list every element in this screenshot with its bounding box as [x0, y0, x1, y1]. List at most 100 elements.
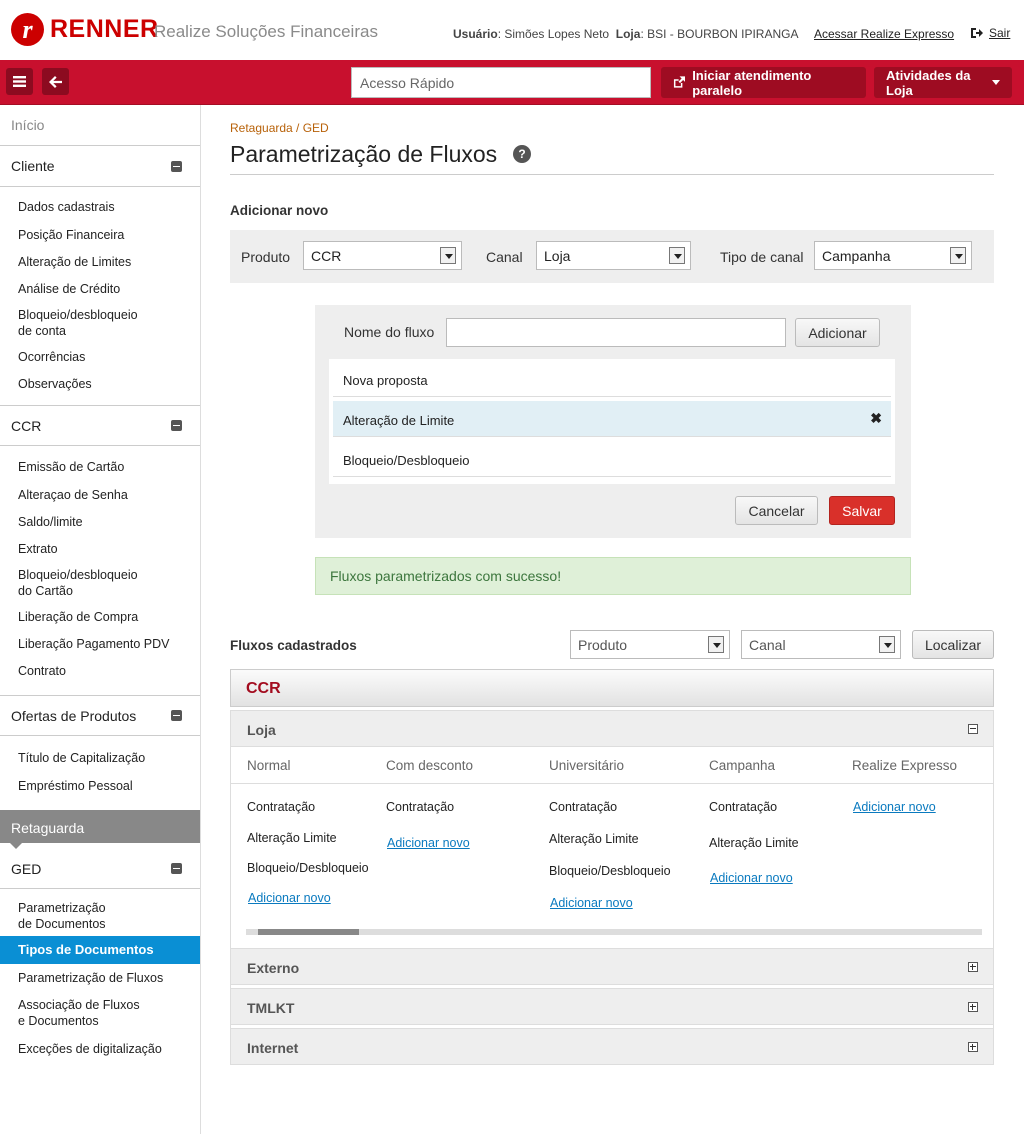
sidebar-item[interactable]: Ocorrências — [18, 349, 85, 365]
channel-type-select-value: Campanha — [822, 248, 891, 264]
sidebar-item[interactable]: Posição Financeira — [18, 227, 124, 243]
chevron-down-icon — [669, 247, 685, 264]
channel-header-externo[interactable]: Externo — [230, 948, 994, 985]
collapse-icon[interactable] — [171, 710, 182, 721]
sidebar-section-title: GED — [11, 860, 42, 877]
back-button[interactable] — [42, 68, 69, 95]
flow-cell: Alteração Limite — [247, 831, 337, 845]
sidebar-section-ccr[interactable]: CCR — [0, 406, 200, 446]
realize-expresso-link[interactable]: Acessar Realize Expresso — [814, 27, 954, 41]
product-group-ccr[interactable]: CCR — [230, 669, 994, 707]
flow-name-input[interactable] — [446, 318, 786, 347]
add-new-link[interactable]: Adicionar novo — [248, 891, 331, 905]
flow-list-item-selected[interactable]: Alteração de Limite ✖ — [333, 401, 891, 437]
add-new-link[interactable]: Adicionar novo — [387, 836, 470, 850]
sidebar-item[interactable]: Empréstimo Pessoal — [18, 778, 133, 794]
external-link-icon — [673, 76, 686, 88]
collapse-icon[interactable] — [171, 420, 182, 431]
sidebar-item[interactable]: Bloqueio/desbloqueio do Cartão — [18, 567, 138, 599]
flow-item-label: Nova proposta — [343, 373, 428, 388]
flow-cell: Contratação — [709, 800, 778, 814]
sidebar: Início Cliente Dados cadastrais Posição … — [0, 105, 201, 1134]
sidebar-section-cliente[interactable]: Cliente — [0, 146, 200, 187]
channel-type-select[interactable]: Campanha — [814, 241, 972, 270]
collapse-icon[interactable] — [171, 863, 182, 874]
collapse-icon[interactable] — [968, 724, 978, 734]
main-toolbar: Acesso Rápido Iniciar atendimento parale… — [0, 60, 1024, 105]
sidebar-section-ofertas[interactable]: Ofertas de Produtos — [0, 696, 200, 736]
sidebar-item[interactable]: Contrato — [18, 663, 66, 679]
sidebar-item[interactable]: Dados cadastrais — [18, 199, 115, 215]
cancel-button[interactable]: Cancelar — [735, 496, 818, 525]
expand-icon[interactable] — [968, 962, 978, 972]
sidebar-item[interactable]: Bloqueio/desbloqueio de conta — [18, 307, 138, 339]
caret-down-icon — [992, 80, 1000, 85]
expand-icon[interactable] — [968, 1002, 978, 1012]
channel-title: Externo — [247, 960, 300, 976]
sidebar-item[interactable]: Associação de Fluxos e Documentos — [18, 997, 140, 1029]
renner-logo-mark: r — [11, 13, 44, 46]
flow-editor-panel: Nome do fluxo Adicionar Nova proposta Al… — [315, 305, 911, 538]
flow-list-item[interactable]: Nova proposta — [333, 361, 891, 397]
channel-select[interactable]: Loja — [536, 241, 691, 270]
product-label: Produto — [241, 249, 291, 265]
sidebar-item[interactable]: Parametrização de Fluxos — [18, 970, 163, 986]
sidebar-item[interactable]: Parametrização de Documentos — [18, 900, 106, 932]
sidebar-item[interactable]: Liberação Pagamento PDV — [18, 636, 169, 652]
breadcrumb[interactable]: Retaguarda / GED — [230, 121, 329, 135]
registered-channel-select[interactable]: Canal — [741, 630, 901, 659]
channel-header-tmlkt[interactable]: TMLKT — [230, 988, 994, 1025]
sidebar-item[interactable]: Alteração de Limites — [18, 254, 131, 270]
sidebar-item[interactable]: Exceções de digitalização — [18, 1041, 162, 1057]
user-name: Simões Lopes Neto — [504, 27, 610, 41]
collapse-icon[interactable] — [171, 160, 182, 172]
sidebar-item[interactable]: Análise de Crédito — [18, 281, 120, 297]
sidebar-section-title: Cliente — [11, 158, 55, 174]
parallel-service-button[interactable]: Iniciar atendimento paralelo — [661, 67, 866, 98]
horizontal-scrollbar[interactable] — [246, 929, 982, 935]
store-activities-dropdown[interactable]: Atividades da Loja — [874, 67, 1012, 98]
flow-item-label: Alteração de Limite — [343, 413, 455, 428]
sidebar-item-inicio[interactable]: Início — [0, 105, 200, 146]
sidebar-item[interactable]: Liberação de Compra — [18, 609, 138, 625]
filter-bar: Produto CCR Canal Loja Tipo de canal Cam… — [230, 230, 994, 283]
add-new-link[interactable]: Adicionar novo — [853, 800, 936, 814]
divider — [231, 783, 993, 784]
expand-icon[interactable] — [968, 1042, 978, 1052]
flow-list-item[interactable]: Bloqueio/Desbloqueio — [333, 441, 891, 477]
sidebar-item[interactable]: Título de Capitalização — [18, 750, 145, 766]
quick-access-input[interactable]: Acesso Rápido — [351, 67, 651, 98]
registered-product-placeholder: Produto — [578, 637, 628, 653]
save-button[interactable]: Salvar — [829, 496, 895, 525]
sidebar-retaguarda-header[interactable]: Retaguarda — [0, 810, 200, 849]
search-button[interactable]: Localizar — [912, 630, 994, 659]
sidebar-item[interactable]: Alteraçao de Senha — [18, 487, 128, 503]
sidebar-item[interactable]: Extrato — [18, 541, 58, 557]
arrow-left-icon — [49, 75, 62, 88]
sidebar-item-active[interactable]: Tipos de Documentos — [0, 936, 200, 964]
registered-channel-placeholder: Canal — [749, 637, 786, 653]
channel-header-loja[interactable]: Loja — [230, 710, 994, 747]
scrollbar-thumb[interactable] — [258, 929, 359, 935]
add-flow-button[interactable]: Adicionar — [795, 318, 880, 347]
sidebar-item[interactable]: Observações — [18, 376, 92, 392]
flow-cell: Contratação — [549, 800, 618, 814]
sidebar-item[interactable]: Saldo/limite — [18, 514, 83, 530]
app-subtitle: Realize Soluções Financeiras — [154, 22, 378, 41]
registered-product-select[interactable]: Produto — [570, 630, 730, 659]
add-new-link[interactable]: Adicionar novo — [550, 896, 633, 910]
page-title: Parametrização de Fluxos — [230, 141, 498, 167]
sidebar-section-ged[interactable]: GED — [0, 849, 200, 889]
channel-header-internet[interactable]: Internet — [230, 1028, 994, 1065]
flow-name-label: Nome do fluxo — [344, 324, 435, 340]
help-icon[interactable]: ? — [513, 145, 531, 163]
sidebar-item[interactable]: Emissão de Cartão — [18, 459, 124, 475]
chevron-down-icon — [708, 636, 724, 653]
product-select[interactable]: CCR — [303, 241, 462, 270]
logout-button[interactable]: Sair — [970, 26, 1010, 40]
parallel-service-label: Iniciar atendimento paralelo — [692, 67, 812, 98]
menu-button[interactable] — [6, 68, 33, 95]
add-new-link[interactable]: Adicionar novo — [710, 871, 793, 885]
flow-list: Nova proposta Alteração de Limite ✖ Bloqu… — [329, 359, 895, 484]
remove-icon[interactable]: ✖ — [870, 410, 882, 427]
